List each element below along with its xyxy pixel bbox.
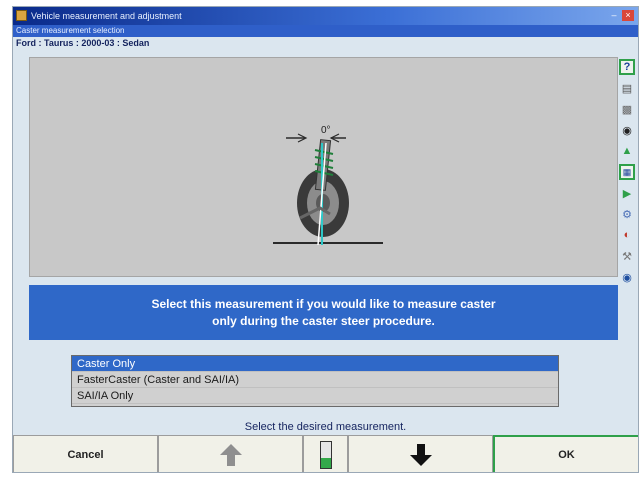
down-arrow-button[interactable] (348, 435, 493, 472)
ok-button[interactable]: OK (493, 435, 638, 472)
settings-icon[interactable]: ⚙ (619, 206, 635, 222)
caster-angle-label: 0° (321, 125, 331, 136)
info-line-1: Select this measurement if you would lik… (151, 296, 496, 311)
close-icon[interactable]: × (622, 10, 634, 21)
title-bar: Vehicle measurement and adjustment – × (13, 7, 638, 25)
list-item-sai-only[interactable]: SAI/IA Only (72, 388, 558, 404)
adjust-icon[interactable]: ▲ (619, 143, 635, 159)
function-button-bar: Cancel OK (13, 435, 638, 472)
info-panel: Select this measurement if you would lik… (29, 285, 618, 340)
window-controls: – × (608, 10, 634, 21)
position-bar-fill (320, 458, 331, 468)
list-item-fastercaster[interactable]: FasterCaster (Caster and SAI/IA) (72, 372, 558, 388)
list-position-indicator (303, 435, 348, 472)
vehicle-specs-icon[interactable]: ▤ (619, 80, 635, 96)
gauge-icon[interactable]: ◐ (619, 227, 635, 243)
minimize-icon[interactable]: – (608, 10, 620, 21)
screen-subtitle: Caster measurement selection (13, 25, 638, 37)
window-title: Vehicle measurement and adjustment (31, 11, 182, 21)
measurement-list[interactable]: Caster Only FasterCaster (Caster and SAI… (71, 355, 559, 407)
help-icon[interactable]: ? (619, 59, 635, 75)
ok-button-label: OK (558, 448, 575, 461)
tire-icon[interactable]: ◉ (619, 122, 635, 138)
right-toolbar: ? ▤ ▩ ◉ ▲ ▦ ▶ ⚙ ◐ ⚒ ◉ (619, 59, 637, 290)
caster-wheel-illustration: 0° (273, 125, 383, 246)
vehicle-info: Ford : Taurus : 2000-03 : Sedan (16, 38, 150, 48)
up-arrow-icon (219, 443, 242, 466)
cancel-button[interactable]: Cancel (13, 435, 158, 472)
caster-diagram: 0° (29, 57, 618, 277)
printer-icon[interactable]: ▩ (619, 101, 635, 117)
alignment-sequence-icon[interactable]: ▦ (619, 164, 635, 180)
cancel-button-label: Cancel (67, 448, 104, 461)
app-icon (16, 10, 27, 21)
application-window: Vehicle measurement and adjustment – × C… (12, 6, 639, 473)
list-item-caster-only[interactable]: Caster Only (72, 356, 558, 372)
position-bar (319, 440, 332, 469)
globe-icon[interactable]: ◉ (619, 269, 635, 285)
info-line-2: only during the caster steer procedure. (212, 313, 435, 328)
tools-icon[interactable]: ⚒ (619, 248, 635, 264)
go-icon[interactable]: ▶ (619, 185, 635, 201)
down-arrow-icon (409, 443, 432, 466)
instruction-prompt: Select the desired measurement. (244, 421, 407, 433)
up-arrow-button[interactable] (158, 435, 303, 472)
